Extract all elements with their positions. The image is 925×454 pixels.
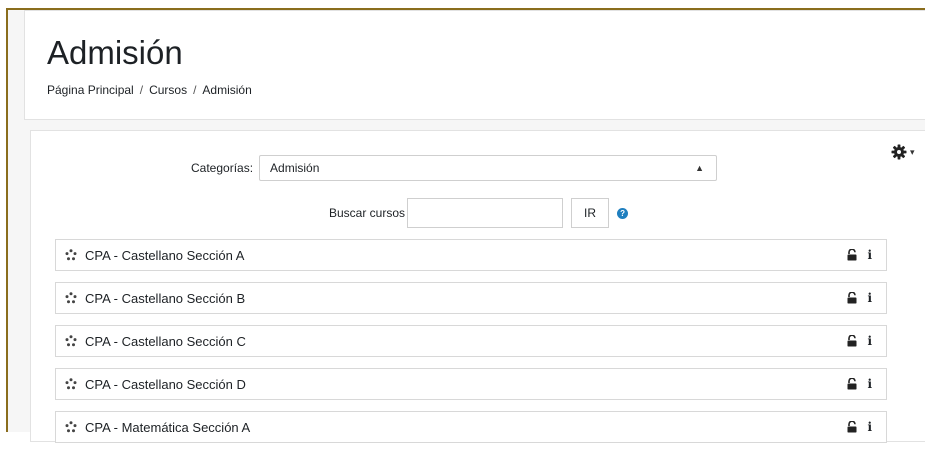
- breadcrumb: Página Principal / Cursos / Admisión: [47, 83, 252, 97]
- search-go-button[interactable]: IR: [571, 198, 610, 228]
- category-select[interactable]: Admisión ▲: [259, 155, 718, 181]
- info-icon[interactable]: i: [867, 421, 872, 433]
- select-arrows-icon: ▲: [695, 163, 705, 173]
- breadcrumb-separator: /: [193, 83, 197, 97]
- course-item[interactable]: CPA - Castellano Sección D i: [55, 368, 887, 400]
- chevron-down-icon: ▾: [910, 146, 915, 157]
- help-icon[interactable]: ?: [617, 207, 629, 219]
- page-title: Admisión: [47, 34, 183, 71]
- category-selected-value: Admisión: [270, 161, 320, 175]
- search-label: Buscar cursos: [329, 206, 406, 220]
- course-item[interactable]: CPA - Castellano Sección C i: [55, 325, 887, 357]
- breadcrumb-current[interactable]: Admisión: [202, 83, 251, 97]
- info-icon[interactable]: i: [867, 335, 872, 347]
- course-node-icon: [65, 335, 77, 347]
- breadcrumb-courses[interactable]: Cursos: [149, 83, 187, 97]
- course-name[interactable]: CPA - Matemática Sección A: [85, 420, 250, 435]
- info-icon[interactable]: i: [867, 249, 872, 261]
- category-filter: Categorías: Admisión ▲: [191, 154, 718, 182]
- course-node-icon: [65, 421, 77, 433]
- course-node-icon: [65, 378, 77, 390]
- course-list: CPA - Castellano Sección A i CPA - Caste…: [55, 239, 887, 454]
- unlock-icon: [847, 249, 857, 261]
- unlock-icon: [847, 335, 857, 347]
- breadcrumb-home[interactable]: Página Principal: [47, 83, 134, 97]
- gear-icon: [891, 144, 907, 160]
- breadcrumb-separator: /: [139, 83, 144, 97]
- unlock-icon: [847, 292, 857, 304]
- course-item[interactable]: CPA - Castellano Sección A i: [55, 239, 887, 271]
- settings-menu-button[interactable]: ▾: [891, 143, 925, 161]
- search-input[interactable]: [407, 198, 564, 228]
- course-search: Buscar cursos IR ?: [329, 197, 629, 229]
- unlock-icon: [847, 378, 857, 390]
- course-node-icon: [65, 292, 77, 304]
- course-node-icon: [65, 249, 77, 261]
- course-item[interactable]: CPA - Castellano Sección B i: [55, 282, 887, 314]
- course-category-panel: ▾ Categorías: Admisión ▲ Buscar cursos I…: [30, 130, 925, 443]
- course-item[interactable]: CPA - Matemática Sección A i: [55, 411, 887, 443]
- course-name[interactable]: CPA - Castellano Sección A: [85, 248, 244, 263]
- info-icon[interactable]: i: [867, 378, 872, 390]
- course-name[interactable]: CPA - Castellano Sección C: [85, 334, 246, 349]
- category-label: Categorías:: [191, 161, 254, 175]
- page-header: Admisión Página Principal / Cursos / Adm…: [24, 10, 925, 120]
- course-name[interactable]: CPA - Castellano Sección B: [85, 291, 245, 306]
- course-name[interactable]: CPA - Castellano Sección D: [85, 377, 246, 392]
- info-icon[interactable]: i: [867, 292, 872, 304]
- unlock-icon: [847, 421, 857, 433]
